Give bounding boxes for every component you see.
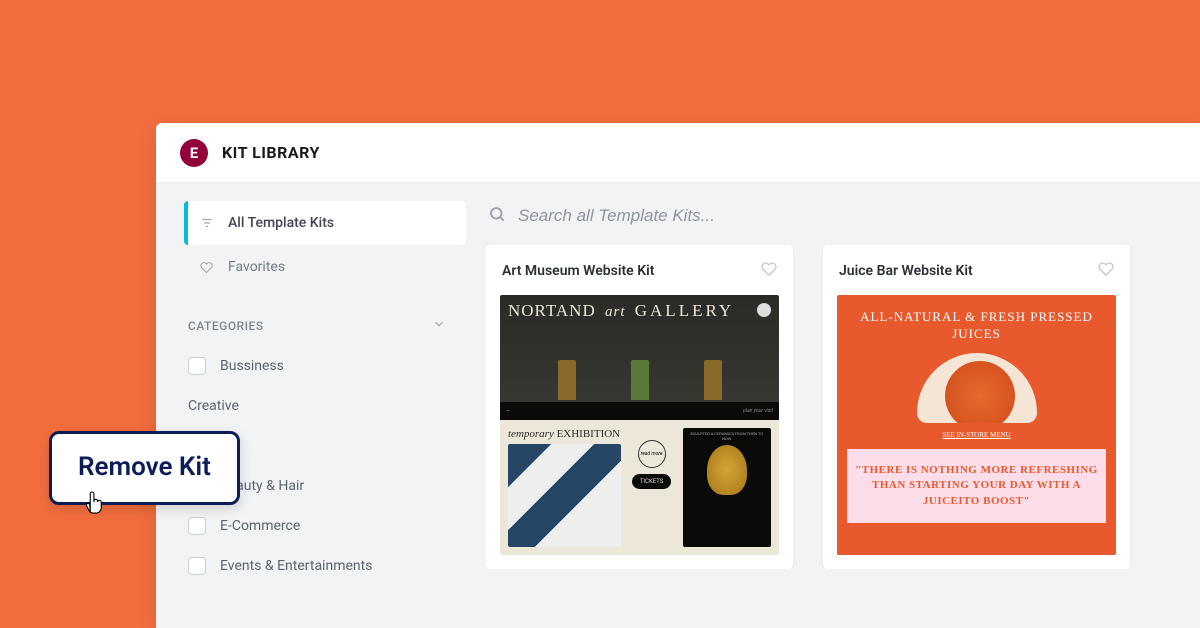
exhibition-col: temporary EXHIBITION [508, 428, 621, 547]
art-banner: NORTAND art GALLERY [500, 295, 779, 321]
kit-library-window: E KIT LIBRARY All Template Kits Favorite… [156, 123, 1200, 628]
art-hero: NORTAND art GALLERY — plan your visit [500, 295, 779, 420]
vase-col: SCULPTED & CERAMICS FROM THEN TO NOW [683, 428, 771, 547]
categories-label: CATEGORIES [188, 319, 264, 333]
kit-preview: NORTAND art GALLERY — plan your visit [500, 295, 779, 555]
filter-icon [200, 216, 216, 230]
readmore-button: read more [638, 440, 666, 468]
vase-image [707, 445, 747, 495]
juice-image [917, 353, 1037, 423]
search-input[interactable] [518, 206, 1018, 226]
checkbox[interactable] [188, 517, 206, 535]
readmore-col: read more TICKETS [627, 428, 677, 547]
category-label: Events & Entertainments [220, 558, 372, 574]
remove-kit-popup[interactable]: Remove Kit [49, 431, 240, 505]
category-label: Creative [188, 398, 239, 414]
heart-icon [200, 261, 216, 274]
favorite-heart-icon[interactable] [761, 261, 777, 281]
kit-card-art-museum[interactable]: Art Museum Website Kit NORTAND art GALLE… [486, 245, 793, 569]
pointer-cursor-icon [82, 490, 104, 520]
circle-icon [757, 303, 771, 317]
elementor-logo: E [180, 139, 208, 167]
juice-link: SEE IN-STORE MENU [837, 431, 1116, 439]
category-label: E-Commerce [220, 518, 300, 534]
juice-heading: ALL-NATURAL & FRESH PRESSED JUICES [837, 295, 1116, 353]
sidebar-item-all-kits[interactable]: All Template Kits [184, 201, 466, 245]
art-pillars [530, 360, 749, 400]
category-item[interactable]: Bussiness [184, 346, 466, 386]
title-part: EXHIBITION [557, 428, 621, 440]
kit-title: Art Museum Website Kit [502, 263, 654, 279]
banner-word: art [601, 304, 630, 320]
sidebar-item-label: Favorites [228, 259, 285, 275]
sidebar-item-label: All Template Kits [228, 215, 334, 231]
favorite-heart-icon[interactable] [1098, 261, 1114, 281]
kit-card-header: Art Museum Website Kit [486, 245, 793, 295]
category-label: Bussiness [220, 358, 284, 374]
search-icon [488, 205, 506, 227]
checkbox[interactable] [188, 557, 206, 575]
kit-card-juice-bar[interactable]: Juice Bar Website Kit ALL-NATURAL & FRES… [823, 245, 1130, 569]
popup-label: Remove Kit [78, 452, 211, 482]
app-title: KIT LIBRARY [222, 143, 320, 162]
search-row [486, 205, 1200, 245]
category-item[interactable]: Creative [184, 386, 466, 426]
body-area: All Template Kits Favorites CATEGORIES B… [156, 183, 1200, 628]
orange-slice [945, 361, 1015, 423]
banner-word: GALLERY [635, 301, 734, 320]
chevron-down-icon [432, 317, 446, 334]
top-bar: E KIT LIBRARY [156, 123, 1200, 183]
sidebar-item-favorites[interactable]: Favorites [184, 245, 466, 289]
tickets-button: TICKETS [632, 474, 671, 489]
banner-word: NORTAND [508, 301, 596, 320]
title-part: temporary [508, 428, 554, 440]
art-substrip: — plan your visit [500, 402, 779, 420]
sidebar: All Template Kits Favorites CATEGORIES B… [156, 183, 466, 628]
kit-title: Juice Bar Website Kit [839, 263, 973, 279]
kit-card-header: Juice Bar Website Kit [823, 245, 1130, 295]
juice-quote: "THERE IS NOTHING MORE REFRESHING THAN S… [847, 449, 1106, 523]
categories-header[interactable]: CATEGORIES [184, 289, 466, 346]
art-bottom: temporary EXHIBITION read more TICKETS S [500, 420, 779, 555]
substrip-left: — [506, 408, 510, 414]
category-item[interactable]: Events & Entertainments [184, 546, 466, 586]
exhibition-title: temporary EXHIBITION [508, 428, 621, 440]
main-panel: Art Museum Website Kit NORTAND art GALLE… [466, 183, 1200, 628]
checkbox[interactable] [188, 357, 206, 375]
porcelain-image [508, 444, 621, 547]
kit-cards-row: Art Museum Website Kit NORTAND art GALLE… [486, 245, 1200, 569]
substrip-right: plan your visit [743, 408, 773, 414]
kit-preview: ALL-NATURAL & FRESH PRESSED JUICES SEE I… [837, 295, 1116, 555]
category-item[interactable]: E-Commerce [184, 506, 466, 546]
vase-caption: SCULPTED & CERAMICS FROM THEN TO NOW [687, 432, 767, 442]
